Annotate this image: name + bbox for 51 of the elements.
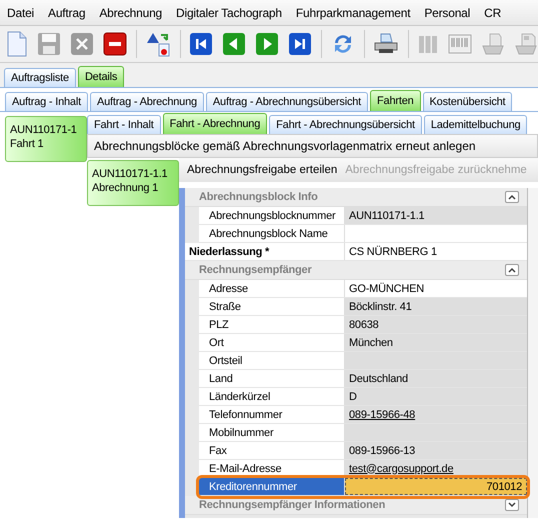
tab[interactable]: Fahrten [370,90,421,111]
value-field[interactable]: 089-15966-13 [345,442,527,459]
tab[interactable]: Lademittelbuchung [424,115,528,134]
value-field[interactable]: München [345,334,527,351]
value-field[interactable]: D [345,388,527,405]
menu-item[interactable]: Abrechnung [92,6,170,20]
menu-item[interactable]: Fuhrparkmanagement [288,6,418,20]
menu-item[interactable]: Personal [417,6,478,20]
last-record-icon[interactable] [288,32,312,56]
tab[interactable]: Auftragsliste [4,68,76,87]
value-field[interactable]: AUN110171-1.1 [345,207,527,224]
list-item[interactable]: AUN110171-1 Fahrt 1 [5,116,87,162]
value-field[interactable]: 089-15966-48 [345,406,527,423]
menu-item[interactable]: CR [477,6,508,20]
tab[interactable]: Auftrag - Abrechnungsübersicht [206,92,368,111]
value-field[interactable] [345,424,527,441]
value-field[interactable] [345,352,527,369]
tab[interactable]: Fahrt - Abrechnung [162,113,268,134]
recreate-blocks-button[interactable]: Abrechnungsblöcke gemäß Abrechnungsvorlagenmatrix erneut anlegen [87,134,538,158]
collapse-button[interactable] [505,191,519,203]
chevron-up-icon [508,194,516,200]
tab[interactable]: Kostenübersicht [422,92,512,111]
swap-image-icon[interactable] [145,31,172,57]
value-field[interactable]: 701012 [345,478,527,495]
value-field[interactable]: Deutschland [345,370,527,387]
chevron-up-icon [508,267,516,273]
category-label: Rechnungsempfänger [199,264,312,276]
menu-item[interactable]: Auftrag [41,6,92,20]
tab[interactable]: Auftrag - Inhalt [5,92,88,111]
minus-icon[interactable] [103,32,127,56]
collapse-button[interactable] [505,264,519,276]
toolbar-button[interactable]: Abrechnungsfreigabe erteilen [187,164,338,176]
menu-item[interactable]: Digitaler Tachograph [169,6,289,20]
value-field[interactable]: Böcklinstr. 41 [345,298,527,315]
category-label: Abrechnungsblock Info [199,191,318,203]
first-record-icon[interactable] [189,32,214,56]
menu-item[interactable]: Datei [0,6,42,20]
printer-icon[interactable] [372,32,399,56]
next-icon[interactable] [255,32,280,56]
collapse-button[interactable] [505,499,519,511]
chevron-down-icon [508,502,516,508]
tab[interactable]: Fahrt - Abrechnungsübersicht [269,115,422,134]
tab[interactable]: Details [78,66,124,87]
tab[interactable]: Auftrag - Abrechnung [90,92,204,111]
category-label: Rechnungsempfänger Informationen [199,499,386,511]
tab[interactable]: Fahrt - Inhalt [87,115,161,134]
previous-icon[interactable] [222,32,246,56]
value-field[interactable]: 80638 [345,316,527,333]
new-document-icon[interactable] [6,31,28,57]
list-item[interactable]: AUN110171-1.1 Abrechnung 1 [87,160,179,206]
property-label: Kreditorennummer [199,478,345,495]
